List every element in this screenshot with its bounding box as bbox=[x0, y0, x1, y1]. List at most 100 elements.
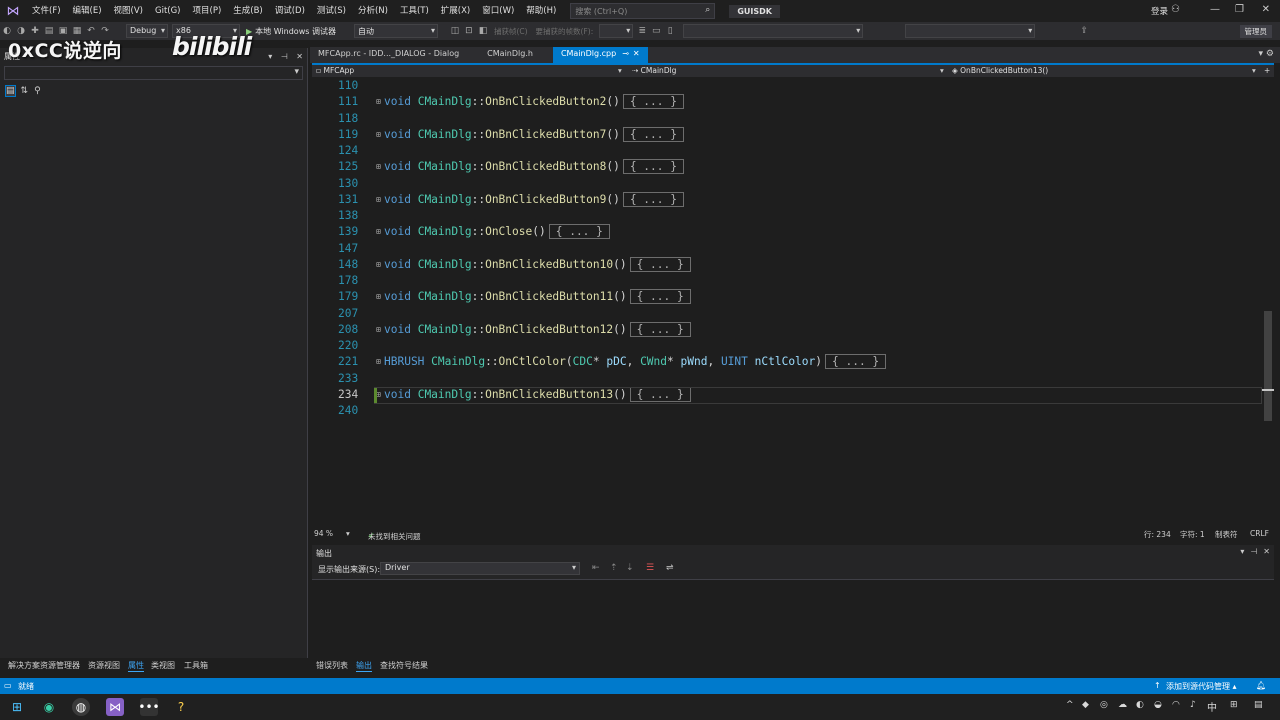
save-all-icon[interactable]: ▦ bbox=[70, 26, 84, 36]
output-source-dropdown[interactable]: Driver bbox=[380, 562, 580, 575]
zoom-level[interactable]: 94 % bbox=[314, 529, 333, 538]
function-signature[interactable]: void CMainDlg::OnBnClickedButton2(){ ...… bbox=[384, 94, 684, 110]
panel-close-icon[interactable]: ✕ bbox=[296, 52, 303, 61]
tab-error-list[interactable]: 错误列表 bbox=[316, 660, 348, 671]
wifi-icon[interactable]: ◠ bbox=[1172, 700, 1180, 710]
help-app-icon[interactable]: ? bbox=[172, 698, 190, 716]
collapsed-block[interactable]: { ... } bbox=[825, 354, 887, 370]
code-line[interactable]: 148 ⊞ void CMainDlg::OnBnClickedButton10()… bbox=[312, 256, 1262, 274]
pin-icon[interactable]: ⊣ bbox=[281, 52, 288, 61]
menu-edit[interactable]: 编辑(E) bbox=[67, 0, 108, 22]
live-share-icon[interactable]: ⇪ bbox=[1077, 26, 1091, 36]
function-signature[interactable]: void CMainDlg::OnBnClickedButton9(){ ...… bbox=[384, 191, 684, 207]
menu-tools[interactable]: 工具(T) bbox=[394, 0, 435, 22]
function-signature[interactable]: void CMainDlg::OnBnClickedButton12(){ ..… bbox=[384, 321, 691, 337]
tab-properties[interactable]: 属性 bbox=[128, 660, 144, 672]
frame-count-input[interactable] bbox=[599, 24, 634, 38]
menu-debug[interactable]: 调试(D) bbox=[269, 0, 311, 22]
menu-help[interactable]: 帮助(H) bbox=[520, 0, 562, 22]
maximize-icon[interactable]: ❐ bbox=[1235, 4, 1244, 15]
code-line[interactable]: 208 ⊞ void CMainDlg::OnBnClickedButton12()… bbox=[312, 321, 1262, 339]
code-line[interactable]: 221 ⊞ HBRUSH CMainDlg::OnCtlColor(CDC* pDC… bbox=[312, 354, 1262, 371]
visual-studio-taskbar-icon[interactable]: ⋈ bbox=[106, 698, 124, 716]
collapsed-block[interactable]: { ... } bbox=[629, 321, 691, 337]
code-line[interactable]: 138 bbox=[312, 209, 1262, 225]
run-debugger-button[interactable]: ▶ 本地 Windows 调试器 bbox=[246, 26, 336, 37]
object-selector-dropdown[interactable] bbox=[4, 66, 303, 80]
collapsed-block[interactable]: { ... } bbox=[629, 289, 691, 305]
output-pin-icon[interactable]: ⊣ bbox=[1250, 547, 1257, 556]
char-indicator[interactable]: 字符: 1 bbox=[1180, 529, 1205, 540]
edge-browser-icon[interactable]: ◉ bbox=[40, 698, 58, 716]
collapsed-block[interactable]: { ... } bbox=[622, 191, 684, 207]
tab-cmaindlg-h[interactable]: CMainDlg.h bbox=[479, 47, 541, 63]
search-input[interactable]: 搜索 (Ctrl+Q) ⌕ bbox=[570, 3, 716, 19]
graphics-icon[interactable]: ◧ bbox=[476, 26, 490, 36]
expand-outline-icon[interactable]: ⊞ bbox=[376, 325, 381, 334]
output-close-icon[interactable]: ✕ bbox=[1263, 547, 1270, 556]
editor-scrollbar[interactable] bbox=[1262, 79, 1274, 525]
expand-outline-icon[interactable]: ⊞ bbox=[376, 130, 381, 139]
code-line[interactable]: 207 bbox=[312, 307, 1262, 323]
collapsed-block[interactable]: { ... } bbox=[548, 224, 610, 240]
undo-icon[interactable]: ↶ bbox=[84, 26, 98, 36]
close-icon[interactable]: ✕ bbox=[1262, 4, 1270, 15]
expand-outline-icon[interactable]: ⊞ bbox=[376, 195, 381, 204]
open-file-icon[interactable]: ▤ bbox=[42, 26, 56, 36]
find-message-icon[interactable]: ⇤ bbox=[592, 563, 600, 573]
windows-start-icon[interactable]: ⊞ bbox=[8, 698, 26, 716]
config-dropdown[interactable]: Debug bbox=[126, 24, 168, 38]
tray-overflow-icon[interactable]: ^ bbox=[1066, 700, 1074, 710]
notifications-icon[interactable]: 🔔︎ bbox=[1256, 681, 1266, 690]
project-dropdown-arrow[interactable]: ▾ bbox=[618, 66, 622, 75]
code-line[interactable]: 147 bbox=[312, 242, 1262, 258]
tab-resource-view[interactable]: 资源视图 bbox=[88, 660, 120, 671]
member-dropdown[interactable]: ◈ OnBnClickedButton13() bbox=[952, 66, 1048, 75]
collapsed-block[interactable]: { ... } bbox=[622, 159, 684, 175]
tab-solution-explorer[interactable]: 解决方案资源管理器 bbox=[8, 660, 80, 671]
add-to-source-control-button[interactable]: 添加到源代码管理 ▴ bbox=[1166, 681, 1237, 692]
tab-find-symbol-results[interactable]: 查找符号结果 bbox=[380, 660, 428, 671]
function-signature[interactable]: void CMainDlg::OnBnClickedButton8(){ ...… bbox=[384, 159, 684, 175]
format-icon[interactable]: ≣ bbox=[635, 26, 649, 36]
new-project-icon[interactable]: ✚ bbox=[28, 26, 42, 36]
capture-frame-button[interactable]: 捕获帧(C) bbox=[494, 26, 528, 37]
attach-icon[interactable]: ◫ bbox=[448, 26, 462, 36]
code-line[interactable]: 240 bbox=[312, 404, 1262, 420]
code-line[interactable]: 124 bbox=[312, 144, 1262, 160]
redo-icon[interactable]: ↷ bbox=[98, 26, 112, 36]
minimize-icon[interactable]: — bbox=[1210, 4, 1220, 15]
code-editor[interactable]: 110 111 ⊞ void CMainDlg::OnBnClickedButton2… bbox=[312, 79, 1262, 525]
categorized-icon[interactable]: ▤ bbox=[5, 85, 16, 97]
obs-icon[interactable]: ◍ bbox=[72, 698, 90, 716]
line-indicator[interactable]: 行: 234 bbox=[1144, 529, 1171, 540]
code-line[interactable]: 179 ⊞ void CMainDlg::OnBnClickedButton11()… bbox=[312, 289, 1262, 306]
tab-mfcapp-rc[interactable]: MFCApp.rc - IDD..._DIALOG - Dialog bbox=[310, 47, 467, 63]
forward-icon[interactable]: ◑ bbox=[14, 26, 28, 36]
comment-icon[interactable]: ▭ bbox=[649, 26, 663, 36]
function-signature[interactable]: void CMainDlg::OnClose(){ ... } bbox=[384, 224, 610, 240]
expand-outline-icon[interactable]: ⊞ bbox=[376, 357, 381, 366]
tray-app-icon-1[interactable]: ◆ bbox=[1082, 700, 1089, 710]
project-dropdown[interactable]: ▫ MFCApp bbox=[316, 66, 354, 75]
output-menu-icon[interactable]: ▾ bbox=[1240, 547, 1244, 556]
code-line[interactable]: 125 ⊞ void CMainDlg::OnBnClickedButton8(){… bbox=[312, 159, 1262, 176]
menu-window[interactable]: 窗口(W) bbox=[476, 0, 520, 22]
menu-git[interactable]: Git(G) bbox=[149, 0, 187, 22]
menu-file[interactable]: 文件(F) bbox=[26, 0, 67, 22]
alphabetical-icon[interactable]: ⇅ bbox=[21, 86, 29, 96]
admin-badge[interactable]: 管理员 bbox=[1239, 25, 1272, 38]
collapsed-block[interactable]: { ... } bbox=[622, 94, 684, 110]
function-signature[interactable]: void CMainDlg::OnBnClickedButton10(){ ..… bbox=[384, 256, 691, 272]
screenshot-icon[interactable]: ⊡ bbox=[462, 26, 476, 36]
tray-app-icon-4[interactable]: ◐ bbox=[1136, 700, 1144, 710]
tab-class-view[interactable]: 类视图 bbox=[151, 660, 175, 671]
auto-dropdown[interactable]: 自动 bbox=[353, 24, 438, 38]
expand-outline-icon[interactable]: ⊞ bbox=[376, 292, 381, 301]
volume-icon[interactable]: ♪ bbox=[1190, 700, 1196, 710]
expand-outline-icon[interactable]: ⊞ bbox=[376, 97, 381, 106]
chat-app-icon[interactable]: ••• bbox=[138, 698, 160, 716]
property-pages-icon[interactable]: ⚲ bbox=[34, 86, 41, 96]
scope-dropdown-arrow[interactable]: ▾ bbox=[940, 66, 944, 75]
find-dropdown[interactable] bbox=[683, 24, 864, 38]
